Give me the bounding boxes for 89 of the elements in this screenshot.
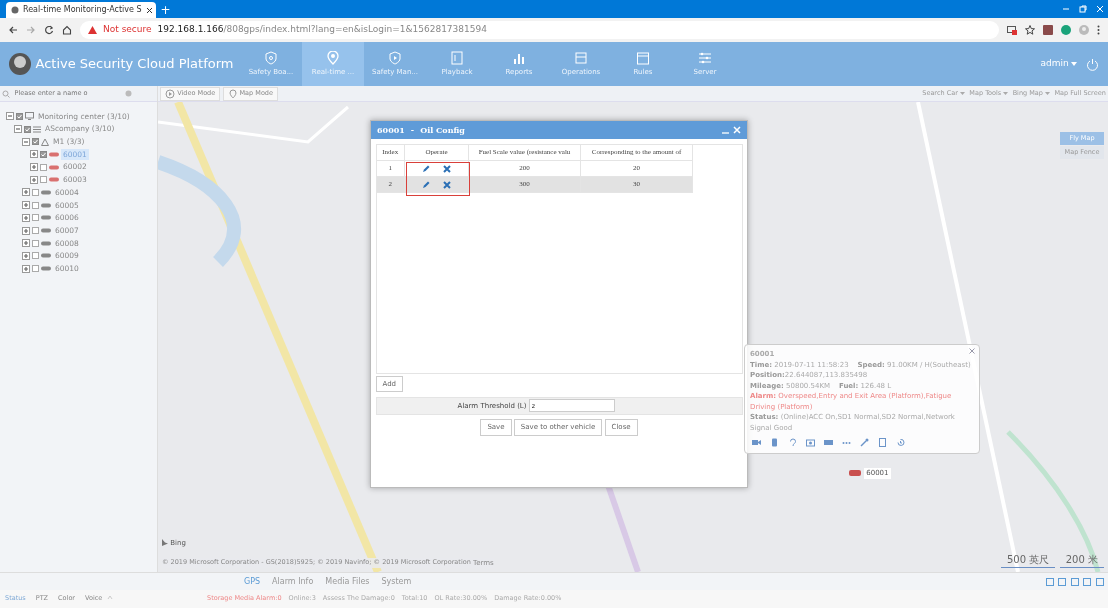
caret-icon — [1044, 92, 1050, 95]
profile-icon[interactable] — [1079, 25, 1089, 35]
checkbox-icon[interactable] — [32, 239, 39, 247]
delete-icon[interactable] — [443, 164, 452, 173]
caret-icon — [1003, 92, 1009, 95]
highlight-frame — [405, 161, 470, 196]
door-icon[interactable] — [878, 437, 888, 447]
warning-icon — [88, 26, 97, 34]
expand-icon[interactable] — [22, 239, 30, 248]
browser-tab[interactable]: Real-time Monitoring-Active S — [6, 2, 156, 18]
expand-icon[interactable] — [22, 264, 30, 273]
user-menu[interactable]: admin — [1040, 57, 1077, 71]
helmet-logo-icon — [9, 52, 31, 76]
minimize-icon[interactable] — [1061, 5, 1070, 13]
expand-icon[interactable] — [30, 150, 38, 159]
checked-checkbox-icon[interactable] — [16, 112, 23, 120]
page-icon — [11, 6, 19, 14]
extension-icon[interactable] — [1043, 25, 1053, 35]
checkbox-icon[interactable] — [40, 163, 47, 171]
dialog-separator: - — [410, 124, 415, 136]
bottom-tab[interactable]: GPS — [238, 575, 267, 588]
sync-icon[interactable] — [1061, 25, 1071, 35]
network-icon — [41, 137, 49, 146]
caret-icon — [1071, 62, 1077, 66]
power-icon[interactable] — [1086, 57, 1099, 71]
scale-label: 500 英尺 — [1000, 552, 1056, 568]
camera-icon[interactable] — [806, 437, 816, 447]
expand-icon[interactable] — [30, 163, 38, 172]
location-pin-icon — [227, 88, 238, 99]
wrench-icon[interactable] — [860, 437, 870, 447]
expand-icon[interactable] — [22, 201, 30, 210]
dialog-vehicle: 60001 — [377, 124, 405, 136]
caret-icon — [959, 92, 965, 95]
url-text: 192.168.1.166/808gps/index.html?lang=en&isLogin=1&1562817381594 — [157, 23, 487, 37]
scale-label: 200 米 — [1059, 552, 1104, 568]
settings-icon[interactable] — [124, 90, 132, 97]
restore-icon[interactable] — [1078, 5, 1087, 13]
checkbox-icon[interactable] — [32, 214, 39, 222]
address-field[interactable]: Not secure 192.168.1.166/808gps/index.html?lang=en&isLogin=1&1562817381594 — [80, 21, 999, 39]
checkbox-icon[interactable] — [32, 265, 39, 273]
shield-play-icon — [388, 50, 402, 65]
expand-icon[interactable] — [22, 213, 30, 222]
expand-icon[interactable] — [22, 188, 30, 197]
close-icon[interactable] — [145, 6, 153, 14]
checkbox-icon[interactable] — [32, 201, 39, 209]
reload-icon[interactable] — [44, 25, 54, 35]
checkbox-icon[interactable] — [32, 252, 39, 260]
history-icon[interactable] — [896, 437, 906, 447]
video-camera-icon[interactable] — [752, 437, 762, 447]
monitor-icon — [25, 112, 34, 121]
calendar-icon — [636, 50, 650, 65]
checkbox-icon[interactable] — [32, 227, 39, 235]
shield-icon — [264, 50, 278, 65]
bing-logo-icon — [162, 538, 168, 547]
collapse-icon[interactable] — [22, 137, 30, 146]
checkbox-icon[interactable] — [40, 176, 47, 184]
play-icon — [165, 88, 176, 99]
home-icon[interactable] — [62, 25, 72, 35]
tab-title: Real-time Monitoring-Active S — [23, 4, 142, 16]
phone-icon[interactable] — [770, 437, 780, 447]
dialog-title: Oil Config — [420, 124, 465, 136]
checkbox-icon[interactable] — [32, 188, 39, 196]
collapse-icon[interactable] — [6, 112, 14, 121]
delete-icon[interactable] — [443, 180, 452, 189]
search-icon — [2, 89, 11, 98]
expand-icon[interactable] — [30, 175, 38, 184]
checked-checkbox-icon[interactable] — [24, 125, 31, 133]
cast-icon[interactable] — [1007, 25, 1017, 35]
app-title: Active Security Cloud Platform — [35, 55, 234, 74]
forward-icon[interactable] — [26, 25, 36, 35]
collapse-icon[interactable] — [14, 125, 22, 134]
new-tab-button[interactable]: + — [160, 2, 171, 18]
location-pin-icon — [326, 50, 340, 65]
checked-checkbox-icon[interactable] — [40, 150, 47, 158]
list-icon — [33, 125, 41, 133]
bottom-tab[interactable]: Alarm Info — [266, 575, 320, 588]
menu-icon[interactable] — [1097, 25, 1100, 35]
star-icon[interactable] — [1025, 25, 1035, 35]
bottom-tab[interactable]: Media Files — [319, 575, 376, 588]
bottom-tab[interactable]: System — [375, 575, 418, 588]
back-icon[interactable] — [8, 25, 18, 35]
sliders-icon — [698, 50, 712, 65]
car-marker-icon — [848, 468, 862, 479]
box-icon — [574, 50, 588, 65]
security-label: Not secure — [103, 23, 152, 37]
card-icon[interactable] — [824, 437, 834, 447]
expand-icon[interactable] — [22, 251, 30, 260]
checked-checkbox-icon[interactable] — [32, 138, 39, 146]
expand-icon[interactable] — [22, 226, 30, 235]
